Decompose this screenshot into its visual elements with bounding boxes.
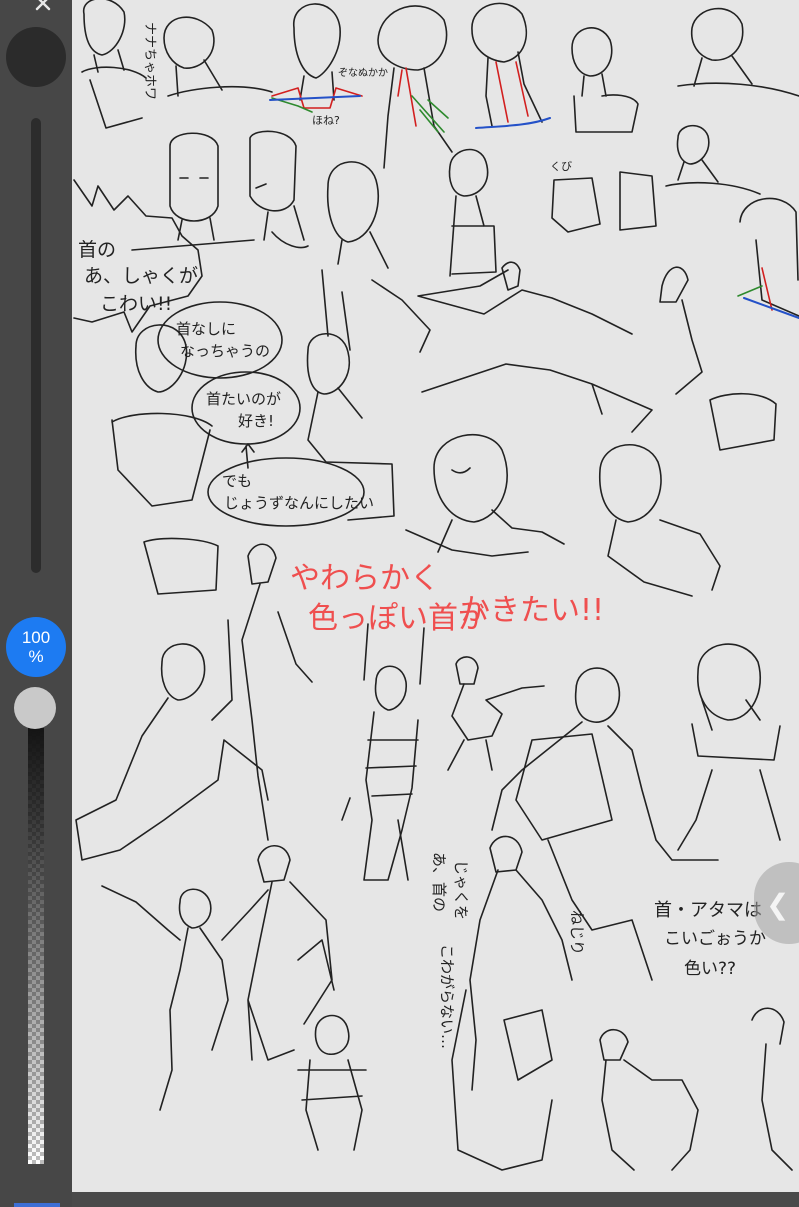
sketch-figure [377,5,453,169]
note-vertical: じゃくを [452,860,470,920]
note-vertical: あ、首の [430,852,448,912]
sketch-figure [131,130,309,251]
oval-text: 好き! [238,412,274,430]
sketch-figure [405,434,721,597]
oval-text: 首たいのが [206,390,281,408]
right-note: 首・アタマは [654,900,762,921]
red-note: かきたい!! [460,593,604,628]
opacity-unit: % [28,647,44,666]
sketch-figure [111,324,395,595]
bubble-line: 首の [78,239,116,261]
bubble-line: こわい!! [100,293,172,315]
red-note: やわらかく [290,561,440,596]
sketch-figure [737,197,799,319]
sketch-figure [571,7,799,133]
close-icon[interactable] [34,0,52,12]
sketch-layer: ナナちゃホワ ぞなぬかか ほね? くび 首の あ、しゃくが こわい!! 首なしに… [73,0,799,1171]
opacity-value: 100 [21,628,51,647]
sketch-figure [321,161,431,353]
brush-size-slider[interactable] [31,118,41,573]
right-note: こいごぉうか [664,929,766,949]
sketch-figure [417,261,777,451]
note: ほね? [312,114,340,127]
sketch-figure [341,623,425,881]
note-vertical: ねじり [568,910,586,955]
bubble-line: あ、しゃくが [84,265,198,287]
oval-text: でも [222,472,252,490]
sketch-figure [448,124,761,277]
arrow [241,443,255,469]
note: ぞなぬかか [338,67,388,79]
opacity-slider-thumb[interactable] [14,687,56,729]
note-oval [191,371,301,445]
note-vertical: こわがらない… [438,944,456,1049]
panel-bottom-accent [14,1203,60,1207]
opacity-badge[interactable]: 100 % [6,617,66,677]
drawing-canvas[interactable]: ナナちゃホワ ぞなぬかか ほね? くび 首の あ、しゃくが こわい!! 首なしに… [72,0,799,1192]
sketch-figure [101,885,269,1111]
sketch-figure [269,3,363,113]
bottom-bar [72,1192,799,1207]
sketch-figure [81,0,273,129]
sketch-figure [471,2,551,129]
oval-text: じょうずなんにしたい [224,494,374,512]
note: くび [550,160,572,173]
note-oval [207,457,365,527]
note-vertical: ナナちゃホワ [142,22,157,100]
sketch-figure [447,656,545,771]
oval-text: なっちゃうの [180,342,270,360]
right-note: 色い?? [684,959,736,979]
sketch-figure [599,1007,793,1171]
tool-panel: 100 % [0,0,72,1207]
oval-text: 首なしに [176,320,236,338]
note-oval [157,301,283,379]
brush-size-preview[interactable] [6,27,66,87]
chevron-left-icon: ❮ [766,888,790,921]
opacity-slider-track[interactable] [28,728,44,1164]
sketch-figure [677,643,781,851]
